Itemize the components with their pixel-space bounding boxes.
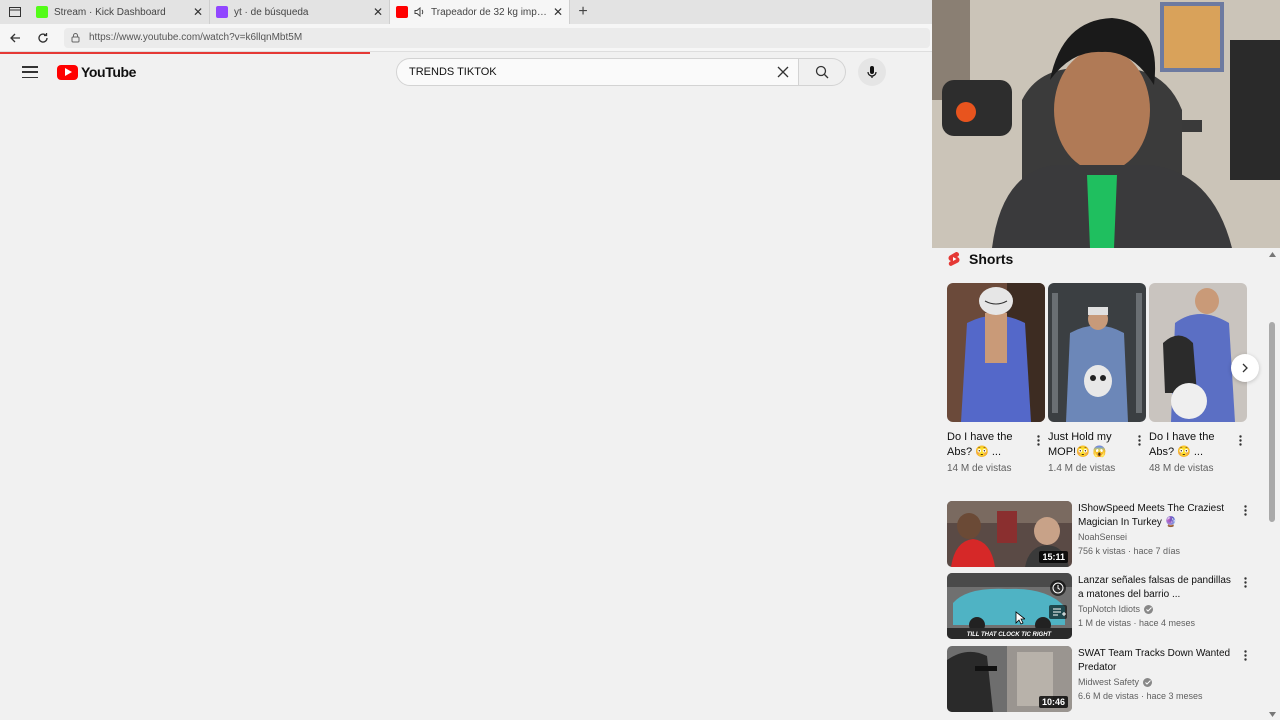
short-views: 48 M de vistas <box>1149 463 1214 474</box>
more-options-icon[interactable] <box>1239 648 1251 662</box>
address-bar: https://www.youtube.com/watch?v=k6llqnMb… <box>0 24 932 52</box>
video-duration: 10:46 <box>1038 696 1068 708</box>
video-meta: 756 k vistas · hace 7 días <box>1078 546 1181 556</box>
webcam-image <box>932 0 1280 248</box>
close-tab-icon[interactable]: ✕ <box>193 5 203 19</box>
short-title[interactable]: Just Hold my MOP!😳 😱 <box>1048 430 1128 460</box>
menu-icon[interactable] <box>22 66 38 78</box>
short-views: 14 M de vistas <box>947 463 1012 474</box>
site-info-icon[interactable] <box>70 32 81 43</box>
clear-search-icon[interactable] <box>776 65 790 79</box>
speaker-icon[interactable] <box>414 7 425 17</box>
tab-actions-icon[interactable] <box>0 0 30 24</box>
more-options-icon[interactable] <box>1239 575 1251 589</box>
thumbnail-overlay-text: TILL THAT CLOCK TIC RIGHT <box>967 632 1053 638</box>
video-title[interactable]: IShowSpeed Meets The Craziest Magician I… <box>1078 502 1236 530</box>
youtube-header: YouTube <box>0 54 932 90</box>
watch-later-icon[interactable] <box>1049 579 1067 597</box>
tab-title: yt · de búsqueda <box>234 6 309 18</box>
short-item[interactable]: Just Hold my MOP!😳 😱 1.4 M de vistas <box>1048 283 1146 474</box>
search-bar <box>396 58 846 86</box>
video-meta: 6.6 M de vistas · hace 3 meses <box>1078 691 1203 701</box>
short-item[interactable]: Do I have the Abs? 😳 ... 14 M de vistas <box>947 283 1045 474</box>
video-meta: 1 M de vistas · hace 4 meses <box>1078 618 1196 628</box>
video-channel[interactable]: TopNotch Idiots <box>1078 604 1154 614</box>
webcam-overlay <box>932 0 1280 248</box>
video-title[interactable]: SWAT Team Tracks Down Wanted Predator <box>1078 647 1236 675</box>
scroll-up-icon[interactable] <box>1269 252 1276 257</box>
verified-icon <box>1144 604 1154 614</box>
page-scrollbar[interactable] <box>1266 250 1280 720</box>
tab-youtube-video[interactable]: Trapeador de 32 kg impacta ✕ <box>390 0 570 24</box>
youtube-icon <box>396 6 408 18</box>
video-thumbnail[interactable]: 15:11 <box>947 501 1072 567</box>
mouse-cursor-icon <box>1015 611 1025 625</box>
video-thumbnail[interactable]: 10:46 <box>947 646 1072 712</box>
tab-title: Trapeador de 32 kg impacta <box>431 6 547 18</box>
shorts-icon <box>948 251 960 266</box>
video-title[interactable]: Lanzar señales falsas de pandillas a mat… <box>1078 574 1236 602</box>
close-tab-icon[interactable]: ✕ <box>553 5 563 19</box>
short-thumbnail[interactable] <box>947 283 1045 422</box>
short-title[interactable]: Do I have the Abs? 😳 ... <box>1149 430 1229 460</box>
chevron-right-icon <box>1242 363 1248 373</box>
add-to-queue-icon[interactable] <box>1049 605 1067 619</box>
video-channel[interactable]: Midwest Safety <box>1078 677 1153 687</box>
short-views: 1.4 M de vistas <box>1048 463 1116 474</box>
more-options-icon[interactable] <box>1233 433 1247 447</box>
short-title[interactable]: Do I have the Abs? 😳 ... <box>947 430 1027 460</box>
short-item[interactable]: Do I have the Abs? 😳 ... 48 M de vistas <box>1149 283 1247 474</box>
back-icon[interactable] <box>8 31 22 45</box>
channel-name: TopNotch Idiots <box>1078 604 1141 614</box>
video-item[interactable]: 10:46 SWAT Team Tracks Down Wanted Preda… <box>947 646 1257 712</box>
short-thumbnail[interactable] <box>1048 283 1146 422</box>
url-text: https://www.youtube.com/watch?v=k6llqnMb… <box>89 32 303 43</box>
url-field[interactable]: https://www.youtube.com/watch?v=k6llqnMb… <box>64 27 930 48</box>
new-tab-icon[interactable]: + <box>570 0 596 24</box>
verified-icon <box>1143 677 1153 687</box>
search-input[interactable] <box>409 66 776 78</box>
close-tab-icon[interactable]: ✕ <box>373 5 383 19</box>
more-options-icon[interactable] <box>1031 433 1045 447</box>
short-thumbnail[interactable] <box>1149 283 1247 422</box>
youtube-play-icon <box>57 64 78 80</box>
kick-icon <box>36 6 48 18</box>
more-options-icon[interactable] <box>1132 433 1146 447</box>
more-options-icon[interactable] <box>1239 503 1251 517</box>
search-box <box>396 58 799 86</box>
video-item[interactable]: 15:11 IShowSpeed Meets The Craziest Magi… <box>947 501 1257 567</box>
channel-name: Midwest Safety <box>1078 677 1140 687</box>
search-icon <box>815 65 829 79</box>
logo-text: YouTube <box>81 64 137 80</box>
scroll-down-icon[interactable] <box>1269 712 1276 717</box>
tab-search[interactable]: yt · de búsqueda ✕ <box>210 0 390 24</box>
scrollbar-thumb[interactable] <box>1269 322 1275 522</box>
tab-title: Stream · Kick Dashboard <box>54 6 166 18</box>
youtube-logo[interactable]: YouTube <box>57 64 136 80</box>
shorts-heading: Shorts <box>969 251 1014 267</box>
shorts-next-button[interactable] <box>1231 354 1259 382</box>
reload-icon[interactable] <box>36 31 50 45</box>
twitch-icon <box>216 6 228 18</box>
video-item[interactable]: TILL THAT CLOCK TIC RIGHT Lanzar señales… <box>947 573 1257 639</box>
video-channel[interactable]: NoahSensei <box>1078 532 1127 542</box>
shorts-header: Shorts <box>947 250 1013 268</box>
channel-name: NoahSensei <box>1078 532 1128 542</box>
search-button[interactable] <box>799 58 846 86</box>
microphone-icon <box>867 66 877 78</box>
voice-search-button[interactable] <box>858 58 886 86</box>
browser-tab-bar: Stream · Kick Dashboard ✕ yt · de búsque… <box>0 0 932 24</box>
video-thumbnail[interactable]: TILL THAT CLOCK TIC RIGHT <box>947 573 1072 639</box>
video-duration: 15:11 <box>1039 551 1068 563</box>
tab-kick-dashboard[interactable]: Stream · Kick Dashboard ✕ <box>30 0 210 24</box>
